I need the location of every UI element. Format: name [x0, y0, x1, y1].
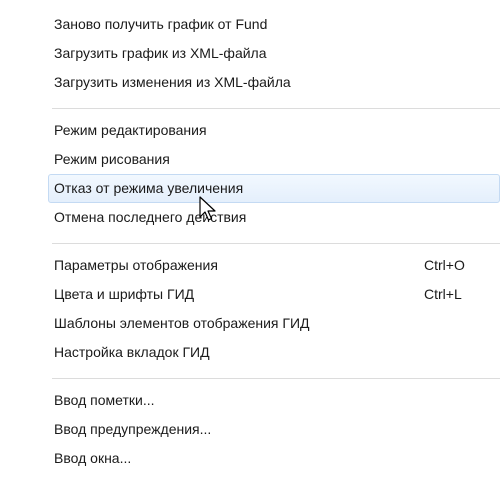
- menu-item-enter-window[interactable]: Ввод окна...: [50, 444, 504, 473]
- menu-separator: [52, 108, 500, 110]
- menu-item-label: Ввод предупреждения...: [54, 421, 212, 437]
- menu-icon-column: [0, 0, 50, 497]
- menu-item-colors-fonts[interactable]: Цвета и шрифты ГИД Ctrl+L: [50, 280, 504, 309]
- menu-separator: [52, 243, 500, 245]
- menu-item-label: Отказ от режима увеличения: [54, 180, 244, 196]
- menu-item-enter-warning[interactable]: Ввод предупреждения...: [50, 415, 504, 444]
- arrow-cursor-icon: [199, 196, 216, 221]
- menu-item-shortcut: Ctrl+L: [424, 286, 462, 302]
- menu-item-cancel-zoom[interactable]: Отказ от режима увеличения: [48, 174, 500, 203]
- menu-item-refetch-from-fund[interactable]: Заново получить график от Fund: [50, 10, 504, 39]
- menu-item-tab-settings[interactable]: Настройка вкладок ГИД: [50, 338, 504, 367]
- menu-item-label: Режим рисования: [54, 151, 170, 167]
- menu-item-draw-mode[interactable]: Режим рисования: [50, 145, 504, 174]
- menu-item-label: Заново получить график от Fund: [54, 16, 268, 32]
- menu-item-edit-mode[interactable]: Режим редактирования: [50, 116, 504, 145]
- menu-item-load-from-xml[interactable]: Загрузить график из XML-файла: [50, 39, 504, 68]
- menu-item-display-params[interactable]: Параметры отображения Ctrl+O: [50, 251, 504, 280]
- context-menu: Заново получить график от Fund Загрузить…: [0, 0, 504, 497]
- menu-item-label: Ввод окна...: [54, 450, 132, 466]
- menu-item-label: Настройка вкладок ГИД: [54, 344, 210, 360]
- menu-item-load-changes-xml[interactable]: Загрузить изменения из XML-файла: [50, 68, 504, 97]
- menu-item-label: Загрузить изменения из XML-файла: [54, 74, 291, 90]
- menu-item-label: Параметры отображения: [54, 257, 218, 273]
- menu-item-enter-note[interactable]: Ввод пометки...: [50, 386, 504, 415]
- menu-item-undo-last[interactable]: Отмена последнего действия: [50, 203, 504, 232]
- menu-item-label: Ввод пометки...: [54, 392, 155, 408]
- menu-item-label: Загрузить график из XML-файла: [54, 45, 267, 61]
- menu-item-label: Цвета и шрифты ГИД: [54, 286, 195, 302]
- menu-item-label: Шаблоны элементов отображения ГИД: [54, 315, 310, 331]
- menu-item-element-templates[interactable]: Шаблоны элементов отображения ГИД: [50, 309, 504, 338]
- menu-item-label: Режим редактирования: [54, 122, 207, 138]
- menu-separator: [52, 378, 500, 380]
- menu-item-shortcut: Ctrl+O: [424, 257, 465, 273]
